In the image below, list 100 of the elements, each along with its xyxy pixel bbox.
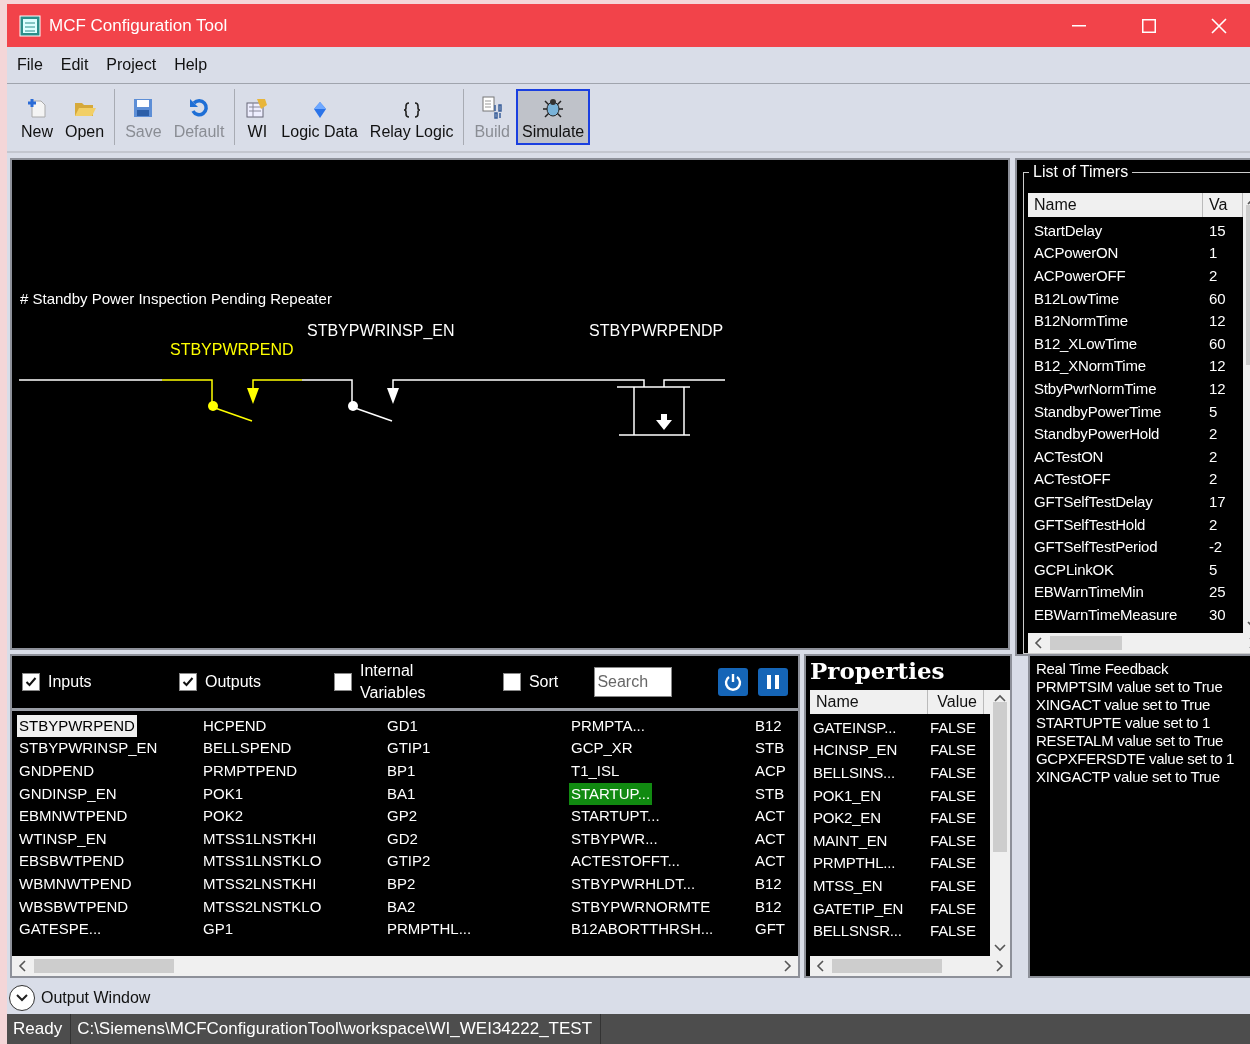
scroll-down-icon [994,944,1006,953]
search-field[interactable]: Search [594,666,673,697]
variable-item[interactable]: ACT [753,827,787,851]
vertical-scrollbar[interactable] [990,689,1010,957]
relay-logic-canvas[interactable]: # Standby Power Inspection Pending Repeater STBYPWRPEND STBYPWRINSP_EN STBYPWRPENDP [10,157,1010,650]
variable-item[interactable]: MTSS1LNSTKHI [201,827,319,851]
variable-item[interactable]: STBYPWRINSP_EN [17,737,160,761]
toolbar-button[interactable]: WI [239,89,276,146]
app-icon [19,14,41,37]
variable-item[interactable]: BELLSPEND [201,737,294,761]
variable-item[interactable]: GFT [753,918,787,941]
table-cell-text: ACPowerOFF [1033,267,1127,287]
variable-item[interactable]: GP1 [201,918,235,941]
variable-item[interactable]: ACP [753,760,788,783]
variable-item[interactable]: GP2 [385,805,419,828]
variable-item[interactable]: BA1 [385,782,418,806]
variable-item[interactable]: GTIP1 [385,737,433,761]
variable-item[interactable]: B12 [753,895,784,919]
variable-item[interactable]: B12ABORTTHRSH... [569,918,716,941]
variable-item[interactable]: GTIP2 [385,850,433,874]
table-cell-text: 12 [1208,380,1227,400]
variable-item[interactable]: WBMNWTPEND [17,873,134,896]
variable-item[interactable]: ACTESTOFFT... [569,850,682,874]
contact-label: STBYPWRINSP_EN [307,321,455,339]
toolbar-button[interactable]: Relay Logic [363,89,460,146]
horizontal-scrollbar[interactable] [810,956,1010,977]
variable-item[interactable]: MTSS2LNSTKLO [201,895,324,919]
variable-item[interactable]: STBYPWRHLDT... [569,873,698,896]
checkbox[interactable] [179,672,197,691]
table-cell-text: GCPLinkOK [1033,560,1115,580]
table-cell-text: ACPowerON [1033,244,1120,264]
table-cell-text: 2 [1208,267,1219,287]
menu-item[interactable]: Edit [54,53,95,76]
table-cell-text: GFTSelfTestDelay [1033,493,1154,512]
rung-comment: # Standby Power Inspection Pending Repeater [20,289,332,307]
variable-item[interactable]: PRMPTPEND [201,760,300,783]
variable-item[interactable]: BP2 [385,873,418,896]
table-cell-text: 60 [1208,334,1227,354]
horizontal-scrollbar[interactable] [1028,632,1250,653]
variable-item[interactable]: STBYPWRPEND [17,714,137,738]
variable-item[interactable]: EBSBWTPEND [17,850,126,874]
refresh-button[interactable] [718,667,749,696]
pause-icon [766,673,781,690]
horizontal-scrollbar[interactable] [12,956,798,977]
filter-checkbox[interactable]: Sort [502,670,593,693]
variable-item[interactable]: ACT [753,850,787,874]
toolbar-button[interactable]: Open [59,89,111,146]
variable-item[interactable]: ACT [753,805,787,828]
variable-item[interactable]: GNDINSP_EN [17,782,119,806]
diamond-icon [311,101,328,120]
variable-item[interactable]: STB [753,737,787,761]
menu-item[interactable]: Help [168,53,214,76]
variable-item[interactable]: STBYPWRNORMTE [569,895,713,919]
variable-item[interactable]: BP1 [385,760,418,783]
filter-checkbox[interactable]: Inputs [22,670,179,693]
table-cell-text: FALSE [929,809,977,829]
toolbar-button[interactable]: Simulate [516,89,591,146]
table-cell-text: 30 [1208,605,1227,625]
table-cell-text: ACTestOFF [1033,470,1112,490]
variable-item[interactable]: STARTUP... [569,782,653,806]
scroll-left-icon [1034,636,1042,649]
pause-button[interactable] [758,667,788,696]
variable-item[interactable]: GATESPE... [17,918,104,941]
toolbar-button[interactable]: New [15,89,59,146]
variable-item[interactable]: PRMPTHL... [385,918,474,941]
expand-toggle[interactable] [9,985,35,1012]
checkbox[interactable] [22,672,40,691]
variable-item[interactable]: GD1 [385,714,420,738]
filter-checkbox[interactable]: Outputs [179,670,334,693]
table-cell-text: StandbyPowerHold [1033,425,1161,445]
filter-checkbox[interactable]: Internal Variables [334,659,503,704]
variable-item[interactable]: GCP_XR [569,737,635,761]
variable-item[interactable]: STB [753,782,787,806]
column-header: Name [810,689,928,714]
variable-item[interactable]: POK1 [201,782,246,806]
variable-item[interactable]: BA2 [385,895,418,919]
variable-item[interactable]: MTSS1LNSTKLO [201,850,324,874]
variable-item[interactable]: B12 [753,714,784,738]
panel-title: Properties [810,655,946,686]
variable-item[interactable]: HCPEND [201,714,269,738]
toolbar-button[interactable]: Logic Data [275,89,364,146]
variable-item[interactable]: WTINSP_EN [17,827,109,851]
checkbox[interactable] [502,672,521,691]
variable-item[interactable]: B12 [753,873,784,896]
variable-item[interactable]: STARTUPT... [569,805,662,828]
table-cell-text: StartDelay [1033,221,1104,241]
checkbox[interactable] [334,672,352,691]
variable-item[interactable]: T1_ISL [569,760,622,783]
variable-item[interactable]: POK2 [201,805,246,828]
variable-item[interactable]: WBSBWTPEND [17,895,131,919]
variable-item[interactable]: PRMPTA... [569,714,647,738]
menu-item[interactable]: Project [100,53,163,76]
variable-item[interactable]: MTSS2LNSTKHI [201,873,319,896]
variable-item[interactable]: GD2 [385,827,420,851]
table-cell-text: FALSE [929,764,977,784]
variable-item[interactable]: EBMNWTPEND [17,805,130,828]
variable-item[interactable]: GNDPEND [17,760,96,783]
menu-item[interactable]: File [11,53,49,76]
variable-item[interactable]: STBYPWR... [569,827,660,851]
scroll-left-icon [816,960,824,973]
